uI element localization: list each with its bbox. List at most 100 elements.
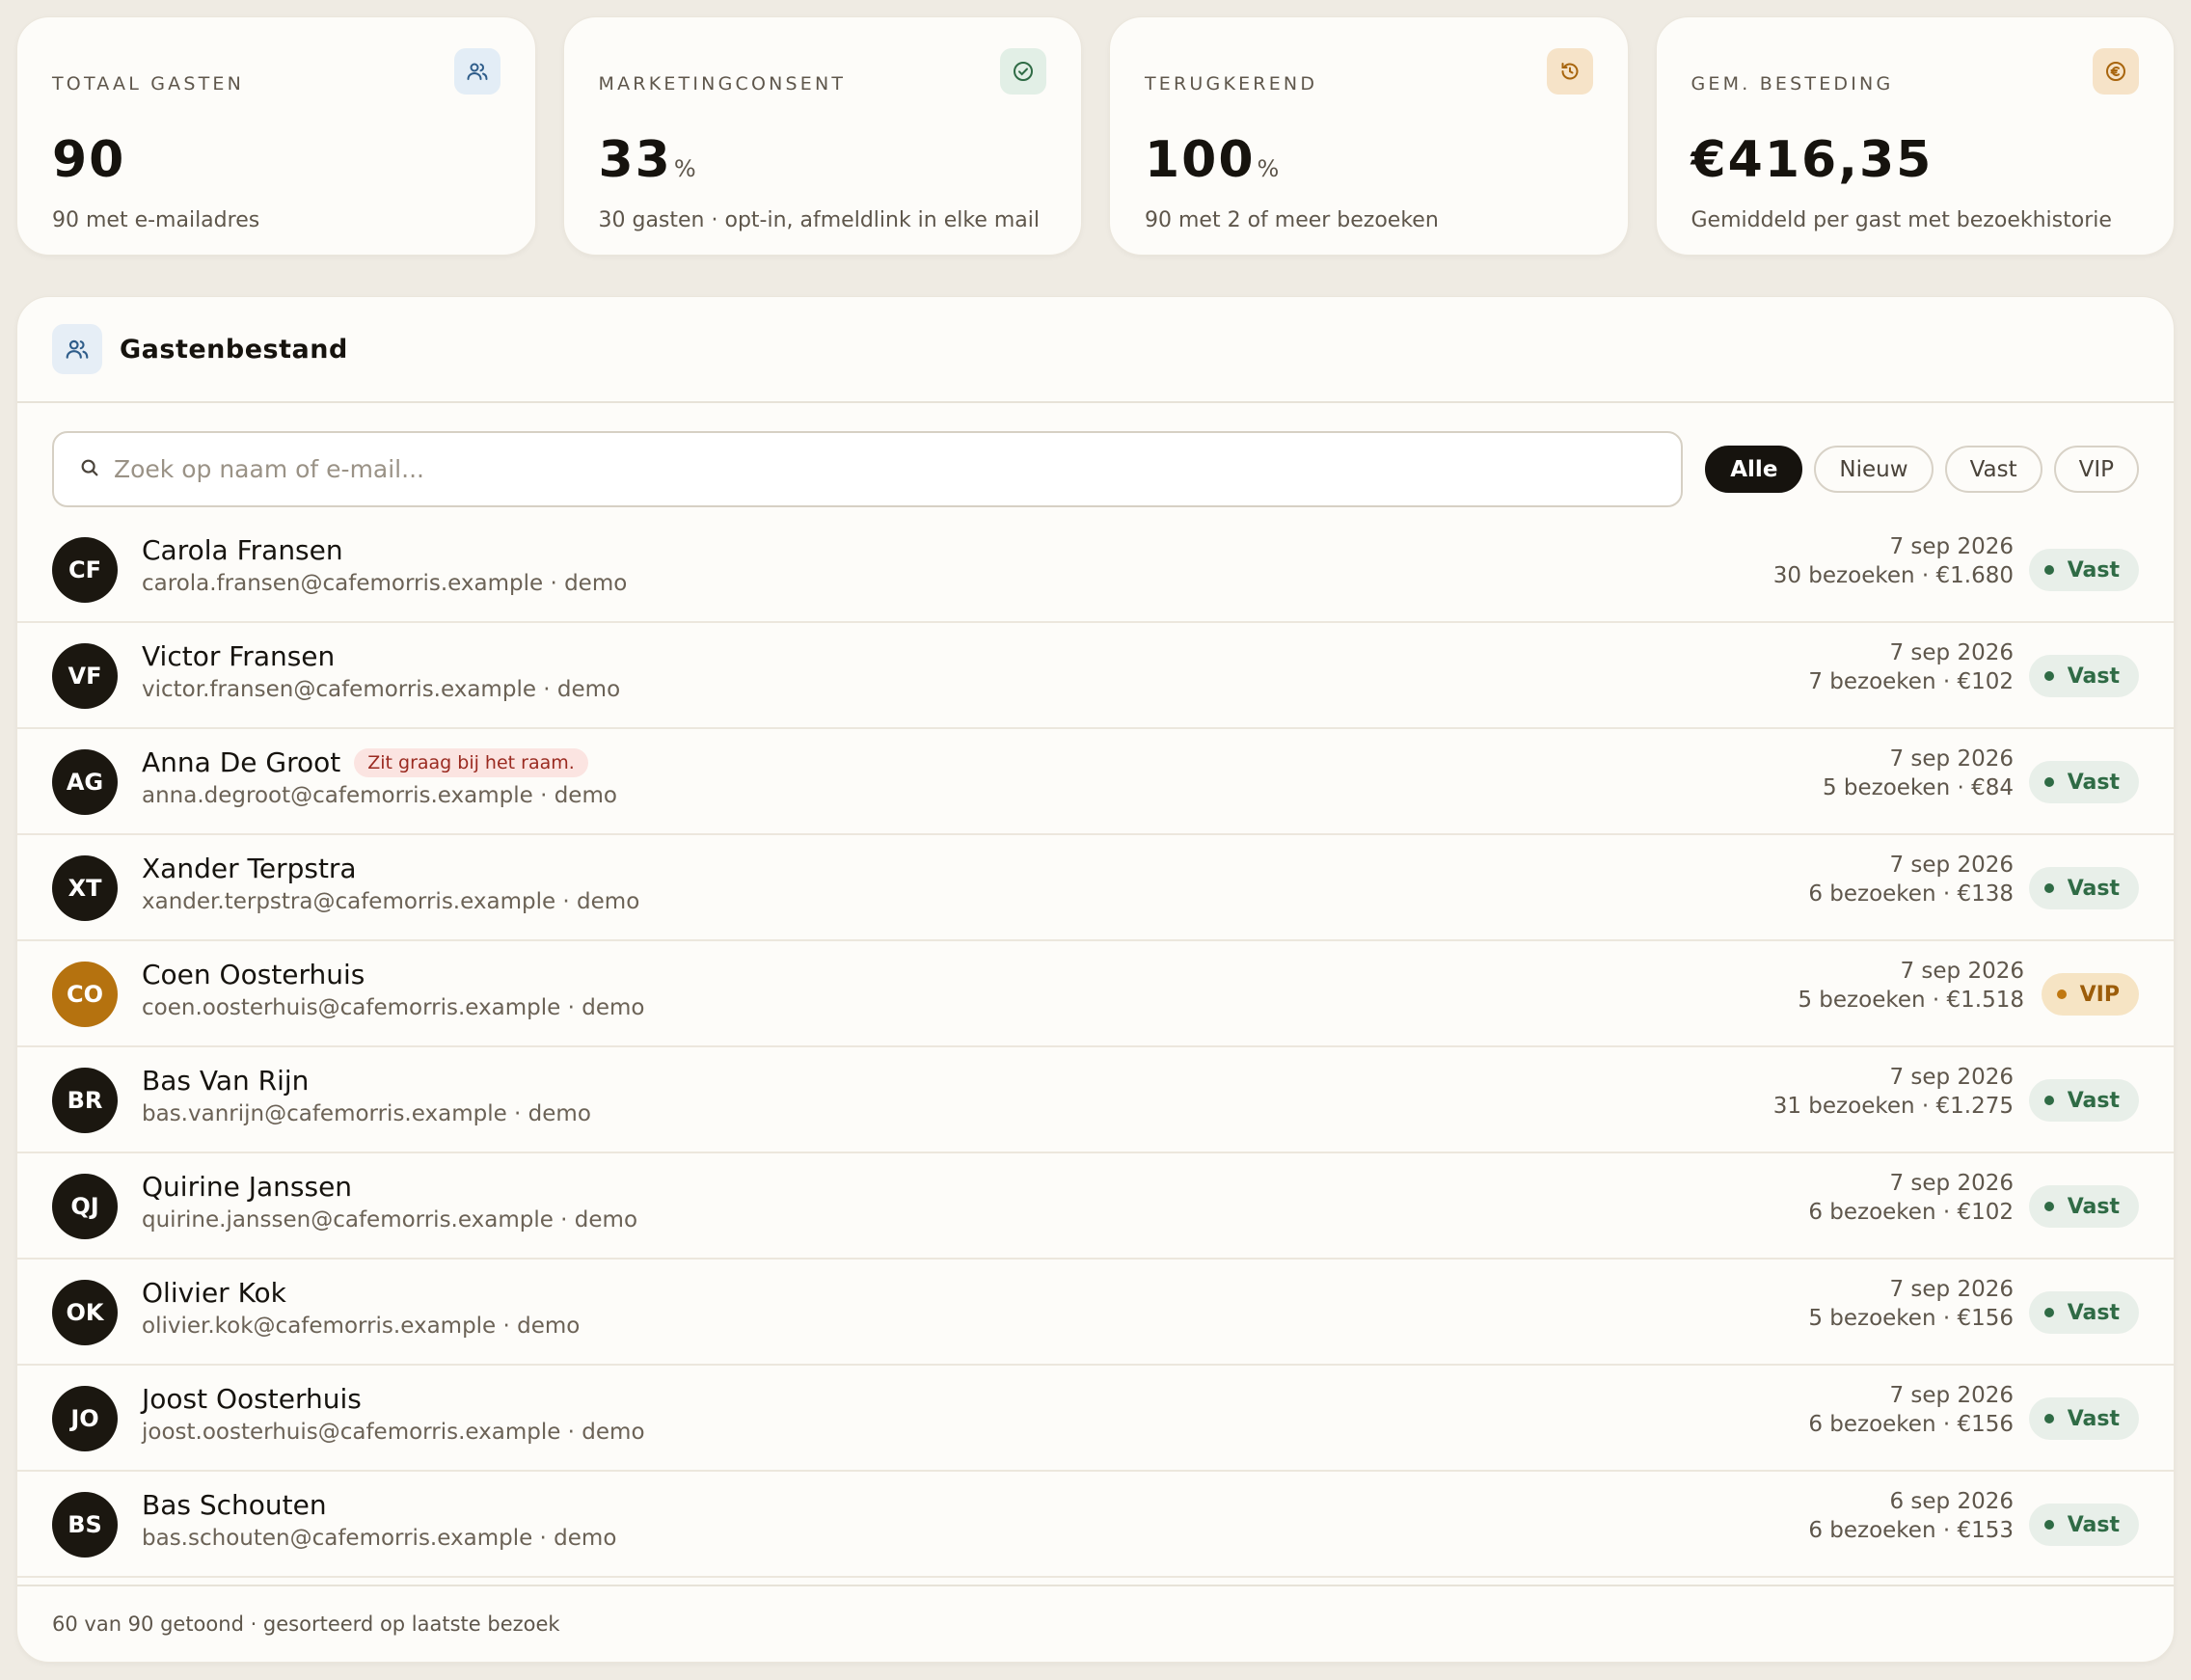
toolbar: Alle Nieuw Vast VIP [52, 431, 2139, 507]
avatar: OK [52, 1280, 118, 1345]
filter-chips: Alle Nieuw Vast VIP [1705, 446, 2139, 493]
guest-email: bas.schouten@cafemorris.example · demo [142, 1526, 617, 1551]
status-badge: Vast [2028, 1397, 2139, 1440]
stats-row: TOTAAL GASTEN 90 90 met e-mailadres MARK… [16, 16, 2175, 256]
guest-email: coen.oosterhuis@cafemorris.example · dem… [142, 995, 645, 1020]
visit-summary: 6 bezoeken · €138 [1808, 881, 2014, 907]
stat-card-total-guests: TOTAAL GASTEN 90 90 met e-mailadres [16, 16, 536, 256]
status-dot-icon [2043, 1414, 2054, 1423]
filter-all-button[interactable]: Alle [1705, 446, 1803, 493]
users-icon [52, 324, 102, 374]
stat-subtext: 90 met 2 of meer bezoeken [1145, 208, 1439, 232]
guest-name: Quirine Janssen [142, 1171, 353, 1203]
visit-summary: 5 bezoeken · €1.518 [1798, 988, 2024, 1013]
last-visit-date: 7 sep 2026 [1889, 640, 2014, 665]
check-circle-icon [1000, 48, 1046, 95]
status-dot-icon [2043, 1308, 2054, 1317]
avatar: CF [52, 537, 118, 603]
guest-row[interactable]: JO Joost Oosterhuis joost.oosterhuis@caf… [17, 1366, 2174, 1472]
guest-row[interactable]: BR Bas Van Rijn bas.vanrijn@cafemorris.e… [17, 1047, 2174, 1153]
status-badge: Vast [2028, 1291, 2139, 1334]
status-dot-icon [2043, 777, 2054, 787]
guest-row[interactable]: CO Coen Oosterhuis coen.oosterhuis@cafem… [17, 941, 2174, 1047]
stat-subtext: 30 gasten · opt-in, afmeldlink in elke m… [598, 208, 1041, 232]
guest-row[interactable]: OK Olivier Kok olivier.kok@cafemorris.ex… [17, 1260, 2174, 1366]
guest-email: olivier.kok@cafemorris.example · demo [142, 1314, 581, 1339]
status-badge: Vast [2028, 1079, 2139, 1122]
guest-email: joost.oosterhuis@cafemorris.example · de… [142, 1420, 645, 1445]
status-badge: Vast [2028, 655, 2139, 697]
last-visit-date: 7 sep 2026 [1889, 1383, 2014, 1408]
visit-summary: 7 bezoeken · €102 [1808, 669, 2014, 694]
guest-row[interactable]: BS Bas Schouten bas.schouten@cafemorris.… [17, 1472, 2174, 1578]
search-icon [79, 457, 100, 482]
guest-email: bas.vanrijn@cafemorris.example · demo [142, 1101, 591, 1126]
stat-value: 100% [1145, 131, 1280, 189]
search-box[interactable] [52, 431, 1684, 507]
guest-name: Xander Terpstra [142, 853, 357, 884]
status-badge: Vast [2028, 867, 2139, 909]
guest-name: Carola Fransen [142, 534, 343, 566]
last-visit-date: 7 sep 2026 [1889, 853, 2014, 878]
guest-name: Olivier Kok [142, 1277, 286, 1309]
guest-row[interactable]: AG Anna De Groot Zit graag bij het raam. … [17, 729, 2174, 835]
guest-email: victor.fransen@cafemorris.example · demo [142, 677, 621, 702]
guest-name: Anna De Groot [142, 746, 341, 778]
guest-name: Joost Oosterhuis [142, 1383, 362, 1415]
guest-name: Bas Schouten [142, 1489, 327, 1521]
stat-label: MARKETINGCONSENT [598, 73, 847, 95]
last-visit-date: 7 sep 2026 [1889, 1065, 2014, 1090]
last-visit-date: 7 sep 2026 [1889, 1171, 2014, 1196]
guest-email: quirine.janssen@cafemorris.example · dem… [142, 1207, 638, 1233]
panel-title: Gastenbestand [120, 334, 348, 365]
filter-vip-button[interactable]: VIP [2053, 446, 2139, 493]
visit-summary: 5 bezoeken · €156 [1808, 1306, 2014, 1331]
stat-card-returning: TERUGKEREND 100% 90 met 2 of meer bezoek… [1109, 16, 1629, 256]
refresh-icon [1546, 48, 1593, 95]
guest-row[interactable]: CF Carola Fransen carola.fransen@cafemor… [17, 517, 2174, 623]
status-dot-icon [2043, 1202, 2054, 1211]
avatar: BR [52, 1068, 118, 1133]
stat-subtext: Gemiddeld per gast met bezoekhistorie [1691, 208, 2112, 232]
status-badge: Vast [2028, 1185, 2139, 1228]
stat-value: €416,35 [1691, 131, 1934, 189]
status-badge: Vast [2028, 549, 2139, 591]
stat-subtext: 90 met e-mailadres [52, 208, 260, 232]
stat-label: GEM. BESTEDING [1691, 73, 1894, 95]
stat-label: TOTAAL GASTEN [52, 73, 245, 95]
last-visit-date: 7 sep 2026 [1900, 959, 2024, 984]
status-dot-icon [2056, 989, 2067, 999]
guest-email: carola.fransen@cafemorris.example · demo [142, 571, 628, 596]
last-visit-date: 7 sep 2026 [1889, 746, 2014, 772]
guest-name: Victor Fransen [142, 640, 336, 672]
status-dot-icon [2043, 671, 2054, 681]
last-visit-date: 7 sep 2026 [1889, 534, 2014, 559]
guest-row[interactable]: XT Xander Terpstra xander.terpstra@cafem… [17, 835, 2174, 941]
last-visit-date: 7 sep 2026 [1889, 1277, 2014, 1302]
status-badge: Vast [2028, 1504, 2139, 1546]
stat-value: 90 [52, 131, 126, 189]
avatar: QJ [52, 1174, 118, 1239]
avatar: XT [52, 855, 118, 921]
guest-email: anna.degroot@cafemorris.example · demo [142, 783, 617, 808]
avatar: BS [52, 1492, 118, 1558]
panel-header: Gastenbestand [17, 297, 2174, 403]
avatar: CO [52, 962, 118, 1027]
filter-new-button[interactable]: Nieuw [1814, 446, 1934, 493]
guest-list-panel: Gastenbestand Alle Nieuw Vast VIP CF Car… [16, 296, 2175, 1663]
visit-summary: 6 bezoeken · €102 [1808, 1200, 2014, 1225]
search-input[interactable] [114, 455, 1657, 483]
visit-summary: 31 bezoeken · €1.275 [1772, 1094, 2014, 1119]
visit-summary: 6 bezoeken · €153 [1808, 1518, 2014, 1543]
status-dot-icon [2043, 1520, 2054, 1530]
filter-regular-button[interactable]: Vast [1944, 446, 2042, 493]
stat-card-avg-spend: GEM. BESTEDING €416,35 Gemiddeld per gas… [1655, 16, 2175, 256]
guest-list: CF Carola Fransen carola.fransen@cafemor… [17, 517, 2174, 1578]
guest-note-badge: Zit graag bij het raam. [354, 747, 588, 777]
guest-row[interactable]: QJ Quirine Janssen quirine.janssen@cafem… [17, 1153, 2174, 1260]
status-dot-icon [2043, 1096, 2054, 1105]
users-icon [453, 48, 500, 95]
visit-summary: 5 bezoeken · €84 [1822, 775, 2014, 800]
guest-email: xander.terpstra@cafemorris.example · dem… [142, 889, 640, 914]
guest-row[interactable]: VF Victor Fransen victor.fransen@cafemor… [17, 623, 2174, 729]
